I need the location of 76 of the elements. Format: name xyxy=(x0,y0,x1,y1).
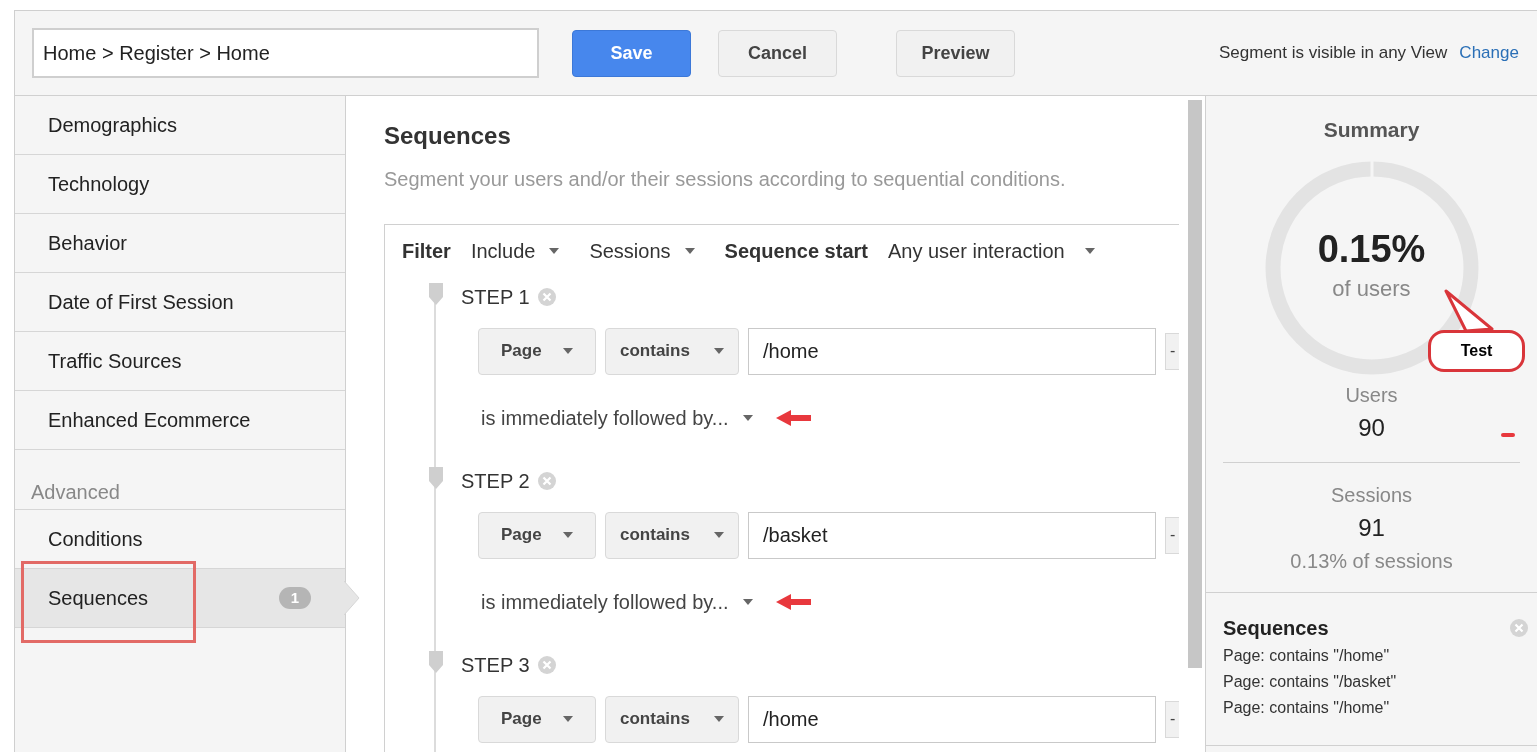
caret-icon xyxy=(1084,248,1095,254)
callout-pointer xyxy=(1444,289,1494,333)
caret-icon xyxy=(714,716,724,722)
caret-icon xyxy=(563,532,573,538)
sidebar-item[interactable]: Date of First Session xyxy=(48,287,234,317)
remove-icon[interactable] xyxy=(1510,618,1528,637)
step-marker-icon xyxy=(429,651,443,673)
panel-title: Summary xyxy=(1322,117,1421,143)
dimension-dropdown[interactable]: Page xyxy=(478,511,596,559)
toolbar-button[interactable]: Save xyxy=(572,29,691,77)
step-label: STEP 1 xyxy=(461,285,530,310)
operator-dropdown[interactable]: contains xyxy=(605,511,739,559)
caret-icon xyxy=(714,348,724,354)
dimension-dropdown[interactable]: Page xyxy=(478,327,596,375)
arrow-icon xyxy=(774,408,813,428)
caret-icon xyxy=(563,348,573,354)
sidebar-item[interactable]: Technology xyxy=(48,169,150,199)
dimension-dropdown[interactable]: Page xyxy=(478,695,596,743)
percent-label: of users xyxy=(1332,275,1411,303)
toolbar-button[interactable]: Preview xyxy=(896,29,1015,77)
operator-dropdown[interactable]: contains xyxy=(605,695,739,743)
remove-button[interactable]: - xyxy=(1165,516,1179,554)
step-marker-icon xyxy=(429,467,443,489)
followed-by-dropdown[interactable]: is immediately followed by... xyxy=(481,587,753,617)
sequence-condition: Page: contains "/basket" xyxy=(1223,671,1398,692)
step-label: STEP 2 xyxy=(461,469,530,494)
toolbar-button[interactable]: Cancel xyxy=(718,29,837,77)
sequence-condition: Page: contains "/home" xyxy=(1223,645,1391,666)
sidebar-item[interactable]: Sequences xyxy=(48,583,149,613)
sidebar-item[interactable]: Enhanced Ecommerce xyxy=(48,405,251,435)
sidebar-item[interactable]: Conditions xyxy=(48,524,143,554)
sessions-share: 0.13% of sessions xyxy=(1290,548,1453,574)
caret-icon xyxy=(563,716,573,722)
value-field[interactable]: /home xyxy=(748,695,1156,743)
filter-label: Filter xyxy=(402,239,451,264)
remove-button[interactable]: - xyxy=(1165,700,1179,738)
sidebar-item[interactable]: Demographics xyxy=(48,110,177,140)
remove-icon[interactable] xyxy=(537,656,556,674)
remove-icon[interactable] xyxy=(537,472,556,490)
sessions-label: Sessions xyxy=(1330,482,1413,508)
change-link[interactable]: Change xyxy=(1459,40,1519,66)
segment-name-field[interactable]: Home > Register > Home xyxy=(32,28,539,78)
caret-icon xyxy=(714,532,724,538)
step-marker-icon xyxy=(429,283,443,305)
arrow-icon xyxy=(774,592,813,612)
percent-value: 0.15% xyxy=(1317,230,1426,268)
visibility-text: Segment is visible in any View xyxy=(1219,42,1448,65)
users-value: 90 xyxy=(1358,412,1385,443)
section-heading: Advanced xyxy=(31,480,120,505)
section-subtitle: Segment your users and/or their sessions according to sequential conditions. xyxy=(384,167,1067,192)
sequence-condition: Page: contains "/home" xyxy=(1223,697,1391,718)
scope-dropdown[interactable]: Sessions xyxy=(589,236,695,266)
caret-icon xyxy=(684,248,695,254)
caret-icon xyxy=(742,415,753,421)
sequence-start-dropdown[interactable]: Any user interaction xyxy=(887,236,1095,266)
count-badge: 1 xyxy=(278,587,311,609)
include-dropdown[interactable]: Include xyxy=(470,236,560,266)
caret-icon xyxy=(742,599,753,605)
followed-by-dropdown[interactable]: is immediately followed by... xyxy=(481,403,753,433)
annotation-mark xyxy=(1501,433,1515,437)
value-field[interactable]: /basket xyxy=(748,511,1156,559)
operator-dropdown[interactable]: contains xyxy=(605,327,739,375)
users-label: Users xyxy=(1345,382,1398,408)
callout-bubble: Test xyxy=(1428,330,1525,372)
sidebar-item[interactable]: Behavior xyxy=(48,228,127,258)
sequences-heading: Sequences xyxy=(1223,615,1329,641)
sessions-value: 91 xyxy=(1358,512,1385,543)
sidebar-item[interactable]: Traffic Sources xyxy=(48,346,182,376)
caret-icon xyxy=(549,248,560,254)
section-title: Sequences xyxy=(384,121,512,151)
remove-icon[interactable] xyxy=(537,288,556,306)
remove-button[interactable]: - xyxy=(1165,332,1179,370)
scrollbar[interactable] xyxy=(1188,100,1202,668)
value-field[interactable]: /home xyxy=(748,327,1156,375)
sequence-start-label: Sequence start xyxy=(724,239,868,264)
step-label: STEP 3 xyxy=(461,653,530,678)
